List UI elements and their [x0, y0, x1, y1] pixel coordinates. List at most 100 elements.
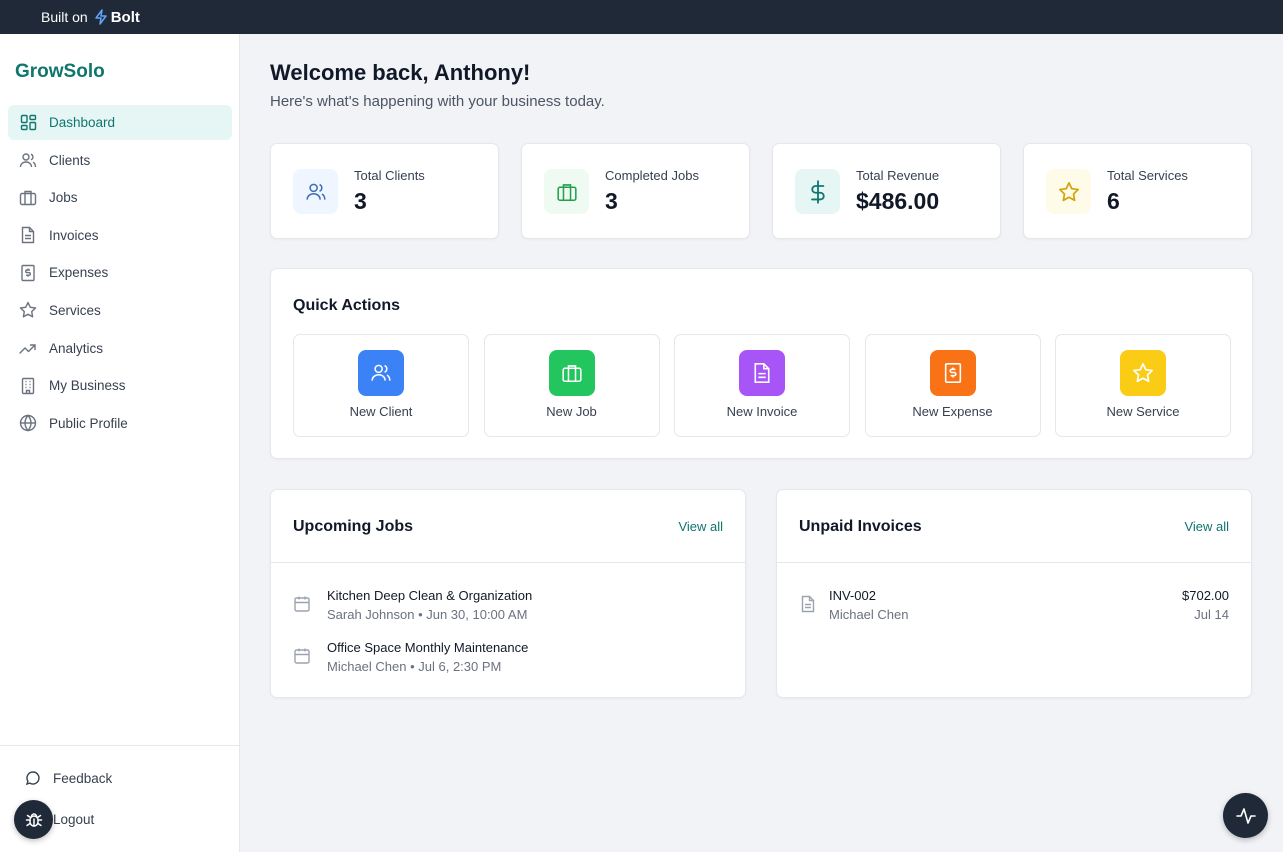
- calendar-icon: [294, 648, 310, 664]
- new-job-button[interactable]: New Job: [483, 334, 660, 437]
- briefcase-icon: [19, 189, 37, 207]
- panel-header: Unpaid Invoices View all: [777, 490, 1251, 563]
- sidebar-item-label: Analytics: [49, 340, 104, 356]
- brand-logo[interactable]: GrowSolo: [15, 61, 105, 83]
- stat-value: 3: [354, 188, 367, 214]
- dashboard-icon: [19, 114, 37, 132]
- debug-button[interactable]: [14, 800, 53, 839]
- invoice-client: Michael Chen: [829, 607, 909, 622]
- quick-action-label: New Job: [546, 404, 597, 419]
- job-meta: Michael Chen • Jul 6, 2:30 PM: [327, 659, 502, 674]
- feedback-button[interactable]: Feedback: [25, 770, 112, 786]
- panel-header: Upcoming Jobs View all: [271, 490, 745, 563]
- list-item[interactable]: Office Space Monthly Maintenance Michael…: [293, 638, 723, 678]
- sidebar-nav: Dashboard Clients Jobs Invoices Expenses…: [8, 105, 232, 443]
- calendar-icon: [294, 596, 310, 612]
- stat-label: Completed Jobs: [605, 168, 699, 183]
- quick-action-label: New Invoice: [726, 404, 798, 419]
- message-circle-icon: [25, 770, 41, 786]
- quick-action-label: New Client: [349, 404, 413, 419]
- feedback-label: Feedback: [53, 770, 113, 786]
- quick-actions-title: Quick Actions: [293, 297, 400, 314]
- bolt-link[interactable]: Bolt: [94, 9, 140, 26]
- job-title: Kitchen Deep Clean & Organization: [327, 588, 533, 603]
- list-item[interactable]: INV-002 Michael Chen $702.00 Jul 14: [799, 586, 1229, 626]
- page-title: Welcome back, Anthony!: [270, 60, 531, 85]
- page-subtitle: Here's what's happening with your busine…: [270, 93, 605, 110]
- file-icon: [801, 595, 815, 613]
- sidebar-item-invoices[interactable]: Invoices: [8, 218, 232, 253]
- stat-label: Total Clients: [354, 168, 425, 183]
- star-icon: [19, 301, 37, 319]
- view-all-jobs-link[interactable]: View all: [678, 519, 723, 534]
- sidebar-item-label: My Business: [49, 378, 126, 394]
- activity-icon: [1235, 807, 1256, 824]
- stat-card-total-services: Total Services 6: [1023, 143, 1252, 239]
- sidebar-item-analytics[interactable]: Analytics: [8, 331, 232, 366]
- stat-value: 6: [1107, 188, 1120, 214]
- logout-label: Logout: [53, 811, 95, 827]
- new-invoice-button[interactable]: New Invoice: [674, 334, 850, 437]
- sidebar-item-label: Jobs: [49, 190, 78, 206]
- quick-actions-card: Quick Actions New Client New Job New Inv…: [270, 268, 1253, 459]
- users-icon: [19, 151, 37, 169]
- upcoming-jobs-title: Upcoming Jobs: [293, 518, 414, 535]
- stat-label: Total Services: [1107, 168, 1188, 183]
- dollar-icon: [795, 169, 840, 214]
- users-icon: [358, 350, 404, 396]
- quick-action-label: New Expense: [912, 404, 993, 419]
- new-service-button[interactable]: New Service: [1055, 334, 1231, 437]
- sidebar-item-label: Expenses: [49, 265, 109, 281]
- briefcase-icon: [548, 350, 595, 396]
- built-on-label: Built on: [41, 9, 88, 25]
- sidebar-item-jobs[interactable]: Jobs: [8, 180, 232, 215]
- list-item[interactable]: Kitchen Deep Clean & Organization Sarah …: [293, 586, 723, 626]
- globe-icon: [19, 414, 37, 432]
- quick-action-label: New Service: [1106, 404, 1180, 419]
- sidebar-item-clients[interactable]: Clients: [8, 143, 232, 178]
- file-icon: [739, 350, 785, 396]
- receipt-icon: [929, 350, 976, 396]
- view-all-invoices-link[interactable]: View all: [1184, 519, 1229, 534]
- sidebar-item-services[interactable]: Services: [8, 293, 232, 328]
- unpaid-invoices-title: Unpaid Invoices: [799, 518, 922, 535]
- sidebar: GrowSolo Dashboard Clients Jobs Invoices…: [0, 34, 240, 852]
- invoice-date: Jul 14: [1194, 607, 1229, 622]
- bolt-label: Bolt: [110, 8, 140, 26]
- stat-card-completed-jobs: Completed Jobs 3: [521, 143, 750, 239]
- invoice-number: INV-002: [829, 588, 876, 603]
- new-expense-button[interactable]: New Expense: [864, 334, 1041, 437]
- activity-button[interactable]: [1223, 793, 1268, 838]
- file-icon: [19, 226, 37, 244]
- new-client-button[interactable]: New Client: [293, 334, 469, 437]
- sidebar-item-label: Public Profile: [49, 415, 128, 431]
- sidebar-item-public-profile[interactable]: Public Profile: [8, 406, 232, 441]
- stat-label: Total Revenue: [856, 168, 940, 183]
- sidebar-item-dashboard[interactable]: Dashboard: [8, 105, 232, 140]
- bug-icon: [25, 812, 42, 827]
- sidebar-item-expenses[interactable]: Expenses: [8, 255, 232, 290]
- briefcase-icon: [544, 169, 589, 214]
- users-icon: [293, 169, 338, 214]
- unpaid-invoices-panel: Unpaid Invoices View all INV-002 Michael…: [776, 489, 1252, 698]
- stat-value: 3: [605, 188, 618, 214]
- stat-value: $486.00: [856, 188, 940, 214]
- trending-up-icon: [19, 339, 37, 357]
- bolt-icon: [94, 9, 107, 25]
- sidebar-item-my-business[interactable]: My Business: [8, 368, 232, 403]
- receipt-icon: [19, 264, 37, 282]
- sidebar-item-label: Invoices: [49, 227, 99, 243]
- star-icon: [1120, 350, 1166, 396]
- sidebar-item-label: Clients: [49, 152, 91, 168]
- sidebar-item-label: Services: [49, 302, 101, 318]
- sidebar-item-label: Dashboard: [49, 115, 116, 130]
- star-icon: [1046, 169, 1091, 214]
- job-meta: Sarah Johnson • Jun 30, 10:00 AM: [327, 607, 528, 622]
- job-title: Office Space Monthly Maintenance: [327, 640, 529, 655]
- stat-card-total-revenue: Total Revenue $486.00: [772, 143, 1001, 239]
- built-on-bolt-banner: Built on Bolt: [0, 0, 1283, 34]
- invoice-amount: $702.00: [1182, 588, 1229, 603]
- stat-card-total-clients: Total Clients 3: [270, 143, 499, 239]
- upcoming-jobs-panel: Upcoming Jobs View all Kitchen Deep Clea…: [270, 489, 746, 698]
- building-icon: [19, 377, 37, 395]
